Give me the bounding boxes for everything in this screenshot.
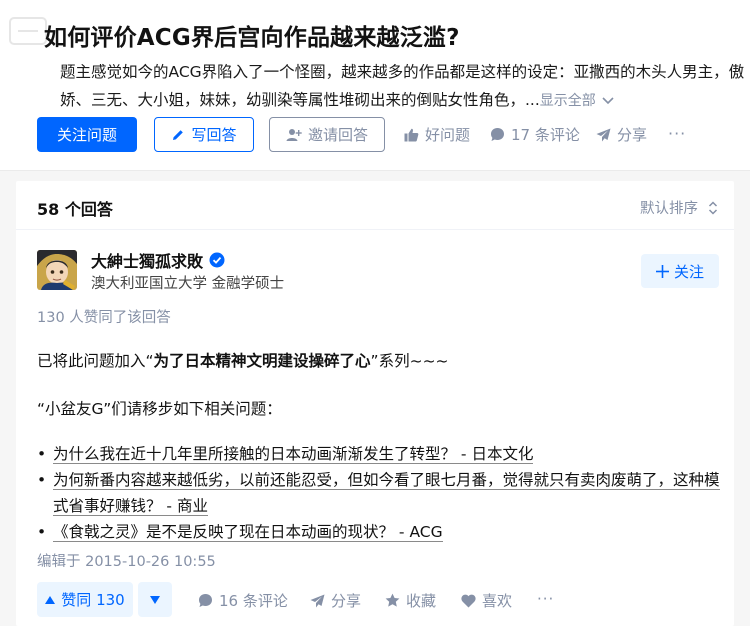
thumb-up-icon (404, 128, 419, 141)
like-button[interactable]: 喜欢 (461, 590, 512, 611)
chevron-down-icon[interactable] (602, 97, 614, 105)
question-card: 如何评价ACG界后宫向作品越来越泛滥? 题主感觉如今的ACG界陷入了一个怪圈，越… (0, 0, 750, 171)
question-detail-text: 题主感觉如今的ACG界陷入了一个怪圈，越来越多的作品都是这样的设定：亚撒西的木头… (60, 63, 745, 109)
author-name[interactable]: 大紳士獨孤求敗 (91, 248, 225, 272)
collect-button[interactable]: 收藏 (385, 590, 436, 611)
like-label: 喜欢 (482, 592, 513, 610)
voters-count[interactable]: 130 人赞同了该回答 (37, 306, 171, 327)
follow-author-button[interactable]: 关注 (641, 254, 719, 288)
para1-suffix: ”系列~~~ (370, 352, 449, 370)
question-share-button[interactable]: 分享 (596, 124, 647, 145)
answer-more-button[interactable]: ··· (537, 590, 554, 608)
related-questions-list: 为什么我在近十几年里所接触的日本动画渐渐发生了转型？ - 日本文化 为何新番内容… (37, 441, 727, 545)
write-answer-button[interactable]: 写回答 (154, 117, 254, 152)
good-question-label: 好问题 (425, 126, 471, 144)
answer-paragraph-2: “小盆友G”们请移步如下相关问题： (37, 400, 282, 418)
related-question-link[interactable]: 《食戟之灵》是不是反映了现在日本动画的现状？ - ACG (53, 523, 443, 542)
show-all-link[interactable]: 显示全部 (540, 93, 596, 109)
triangle-up-icon (45, 595, 56, 604)
upvote-label: 赞同 130 (61, 591, 125, 609)
verified-icon (209, 252, 225, 268)
question-more-button[interactable]: ··· (668, 124, 686, 143)
list-item: 《食戟之灵》是不是反映了现在日本动画的现状？ - ACG (37, 519, 727, 545)
heart-icon (461, 594, 476, 607)
answer-share-button[interactable]: 分享 (310, 590, 361, 611)
good-question-button[interactable]: 好问题 (404, 124, 470, 145)
author-name-text: 大紳士獨孤求敗 (91, 252, 204, 271)
question-title[interactable]: 如何评价ACG界后宫向作品越来越泛滥? (44, 18, 460, 52)
para1-prefix: 已将此问题加入“ (37, 352, 154, 370)
answer-card: 58 个回答 默认排序 大紳士獨孤求敗 澳大利亚国立大学 金融学硕士 关注 13… (16, 181, 734, 626)
related-question-link[interactable]: 为什么我在近十几年里所接触的日本动画渐渐发生了转型？ - 日本文化 (53, 445, 534, 464)
sort-label: 默认排序 (640, 201, 698, 217)
follow-author-label: 关注 (673, 262, 704, 281)
series-name: 为了日本精神文明建设操碎了心 (153, 352, 371, 370)
plus-icon (655, 264, 669, 278)
answer-comments-label: 16 条评论 (219, 592, 288, 610)
sort-icon (708, 200, 718, 215)
add-user-icon (286, 128, 302, 141)
avatar[interactable] (37, 250, 77, 290)
invite-answer-button[interactable]: 邀请回答 (269, 117, 385, 152)
author-bio: 澳大利亚国立大学 金融学硕士 (91, 276, 285, 292)
sort-dropdown[interactable]: 默认排序 (640, 197, 718, 218)
list-item: 为何新番内容越来越低劣，以前还能忍受，但如今看了眼七月番，觉得就只有卖肉废萌了，… (37, 467, 727, 519)
answers-count: 58 个回答 (37, 200, 113, 219)
upvote-button[interactable]: 赞同 130 (37, 582, 133, 617)
answer-comments-button[interactable]: 16 条评论 (198, 590, 288, 611)
answers-header: 58 个回答 默认排序 (16, 181, 734, 230)
question-share-label: 分享 (617, 126, 648, 144)
question-comments-label: 17 条评论 (511, 126, 580, 144)
question-comments-button[interactable]: 17 条评论 (490, 124, 580, 145)
comment-icon (491, 128, 504, 141)
write-answer-label: 写回答 (191, 126, 237, 144)
invite-answer-label: 邀请回答 (307, 126, 368, 144)
comment-icon (199, 594, 212, 607)
answer-share-label: 分享 (331, 592, 362, 610)
follow-question-label: 关注问题 (56, 126, 117, 144)
edited-timestamp[interactable]: 编辑于 2015-10-26 10:55 (37, 550, 216, 571)
star-icon (385, 593, 400, 607)
answer-paragraph-1: 已将此问题加入“为了日本精神文明建设操碎了心”系列~~~ (37, 349, 449, 371)
collect-label: 收藏 (406, 592, 437, 610)
share-icon (310, 594, 325, 607)
triangle-down-icon (150, 595, 160, 604)
share-icon (596, 128, 611, 141)
watermark-logo-icon (9, 17, 47, 45)
related-question-link[interactable]: 为何新番内容越来越低劣，以前还能忍受，但如今看了眼七月番，觉得就只有卖肉废萌了，… (53, 471, 720, 516)
follow-question-button[interactable]: 关注问题 (37, 117, 137, 152)
list-item: 为什么我在近十几年里所接触的日本动画渐渐发生了转型？ - 日本文化 (37, 441, 727, 467)
downvote-button[interactable] (138, 582, 172, 617)
pencil-icon (173, 129, 184, 140)
question-detail[interactable]: 题主感觉如今的ACG界陷入了一个怪圈，越来越多的作品都是这样的设定：亚撒西的木头… (60, 58, 750, 115)
